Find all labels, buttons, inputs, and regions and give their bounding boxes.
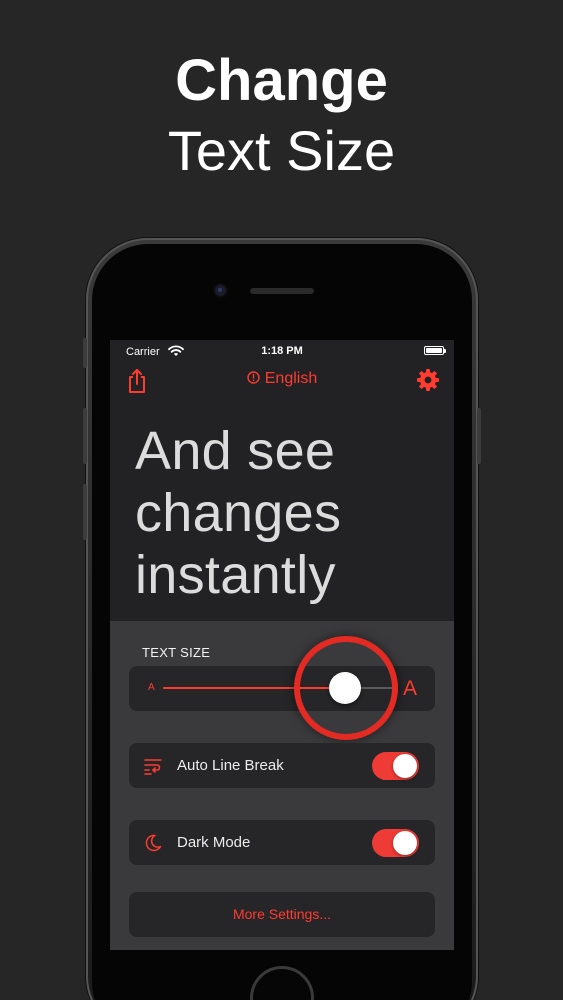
earpiece-speaker bbox=[250, 288, 314, 294]
gear-icon bbox=[417, 369, 439, 391]
text-wrap-icon bbox=[143, 756, 163, 776]
text-size-label: TEXT SIZE bbox=[142, 645, 211, 660]
power-button bbox=[477, 408, 481, 464]
promo-headline: Change Text Size bbox=[0, 48, 563, 184]
nav-bar: English bbox=[110, 364, 454, 396]
auto-line-break-row: Auto Line Break bbox=[129, 743, 435, 788]
dark-mode-toggle[interactable] bbox=[372, 829, 419, 857]
more-settings-button[interactable]: More Settings... bbox=[129, 892, 435, 937]
auto-line-break-toggle[interactable] bbox=[372, 752, 419, 780]
preview-line-2: changes bbox=[135, 483, 342, 543]
headline-line-1: Change bbox=[175, 48, 388, 113]
volume-mid-button bbox=[83, 408, 87, 464]
dark-mode-row: Dark Mode bbox=[129, 820, 435, 865]
headline-line-2: Text Size bbox=[167, 119, 396, 182]
highlight-ring bbox=[294, 636, 398, 740]
text-preview: And see changes instantly bbox=[135, 420, 445, 606]
slider-max-label: A bbox=[402, 677, 417, 700]
status-bar: Carrier 1:18 PM bbox=[110, 340, 454, 364]
volume-up-button bbox=[83, 338, 87, 368]
moon-icon bbox=[143, 833, 163, 853]
dark-mode-label: Dark Mode bbox=[177, 834, 251, 851]
battery-icon bbox=[424, 346, 446, 355]
info-circle-icon bbox=[247, 371, 260, 389]
language-label: English bbox=[264, 370, 318, 387]
language-button[interactable]: English bbox=[110, 370, 454, 389]
preview-line-1: And see bbox=[135, 421, 336, 481]
status-time: 1:18 PM bbox=[261, 345, 303, 357]
slider-min-label: A bbox=[148, 682, 155, 693]
front-camera bbox=[215, 285, 226, 296]
preview-line-3: instantly bbox=[135, 545, 336, 605]
volume-down-button bbox=[83, 484, 87, 540]
auto-line-break-label: Auto Line Break bbox=[177, 757, 284, 774]
settings-button[interactable] bbox=[416, 368, 440, 392]
promo-frame: Change Text Size Carrier 1:18 PM English… bbox=[0, 0, 563, 1000]
